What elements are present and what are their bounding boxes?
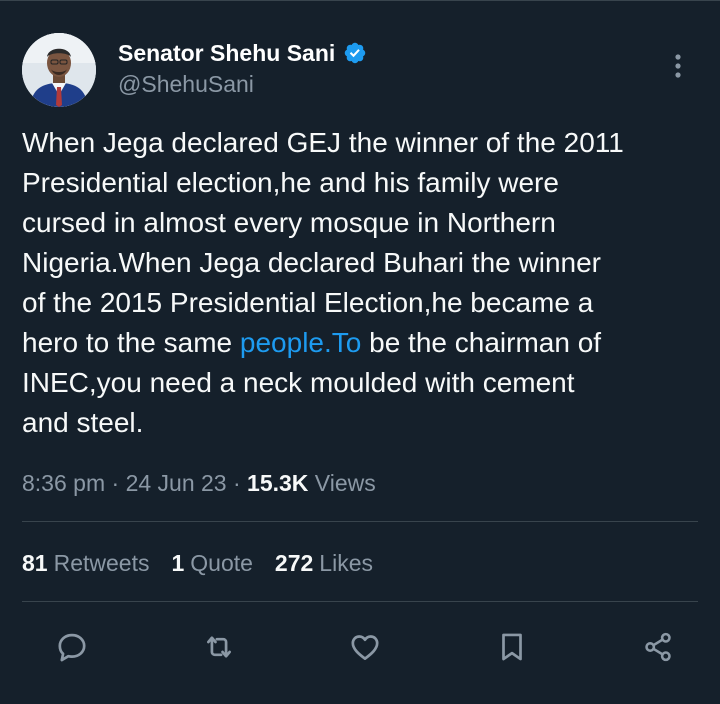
likes-label: Likes	[319, 550, 373, 576]
tweet-date[interactable]: 24 Jun 23	[126, 470, 227, 496]
tweet-header: Senator Shehu Sani @ShehuSani	[22, 33, 698, 113]
author-block: Senator Shehu Sani @ShehuSani	[118, 39, 367, 99]
tweet-link[interactable]: people.To	[240, 327, 361, 358]
tweet-detail: Senator Shehu Sani @ShehuSani When Jega …	[0, 0, 720, 704]
quotes-stat[interactable]: 1 Quote	[171, 547, 252, 579]
tweet-text: When Jega declared GEJ the winner of the…	[22, 123, 692, 443]
tweet-meta: 8:36 pm · 24 Jun 23 · 15.3K Views	[22, 467, 376, 499]
views-count[interactable]: 15.3K	[247, 470, 308, 496]
retweets-stat[interactable]: 81 Retweets	[22, 547, 149, 579]
retweets-label: Retweets	[53, 550, 150, 576]
bookmark-icon	[501, 633, 522, 661]
tweet-time[interactable]: 8:36 pm	[22, 470, 105, 496]
views-label: Views	[308, 470, 376, 496]
share-icon	[645, 632, 671, 662]
like-icon	[351, 635, 379, 660]
tweet-text-part-1: When Jega declared GEJ the winner of the…	[22, 127, 624, 358]
avatar[interactable]	[22, 33, 96, 107]
author-display-name[interactable]: Senator Shehu Sani	[118, 39, 335, 67]
meta-separator: ·	[226, 470, 248, 496]
divider	[22, 521, 698, 522]
retweet-button[interactable]	[197, 625, 241, 669]
author-handle[interactable]: @ShehuSani	[118, 69, 367, 99]
more-vertical-icon	[675, 54, 681, 78]
likes-stat[interactable]: 272 Likes	[275, 547, 373, 579]
more-options-button[interactable]	[666, 49, 690, 83]
retweet-icon	[206, 636, 231, 658]
verified-badge-icon	[345, 42, 366, 64]
reply-button[interactable]	[50, 625, 94, 669]
like-button[interactable]	[343, 625, 387, 669]
reply-icon	[58, 633, 86, 662]
bookmark-button[interactable]	[490, 625, 534, 669]
action-bar	[50, 625, 680, 669]
retweets-count: 81	[22, 550, 48, 576]
divider	[22, 601, 698, 602]
avatar-image	[22, 33, 96, 107]
tweet-stats: 81 Retweets 1 Quote 272 Likes	[22, 547, 373, 579]
quotes-label: Quote	[190, 550, 253, 576]
meta-separator: ·	[105, 470, 126, 496]
share-button[interactable]	[636, 625, 680, 669]
likes-count: 272	[274, 550, 314, 576]
quotes-count: 1	[171, 550, 185, 576]
author-name-row: Senator Shehu Sani	[118, 39, 367, 67]
